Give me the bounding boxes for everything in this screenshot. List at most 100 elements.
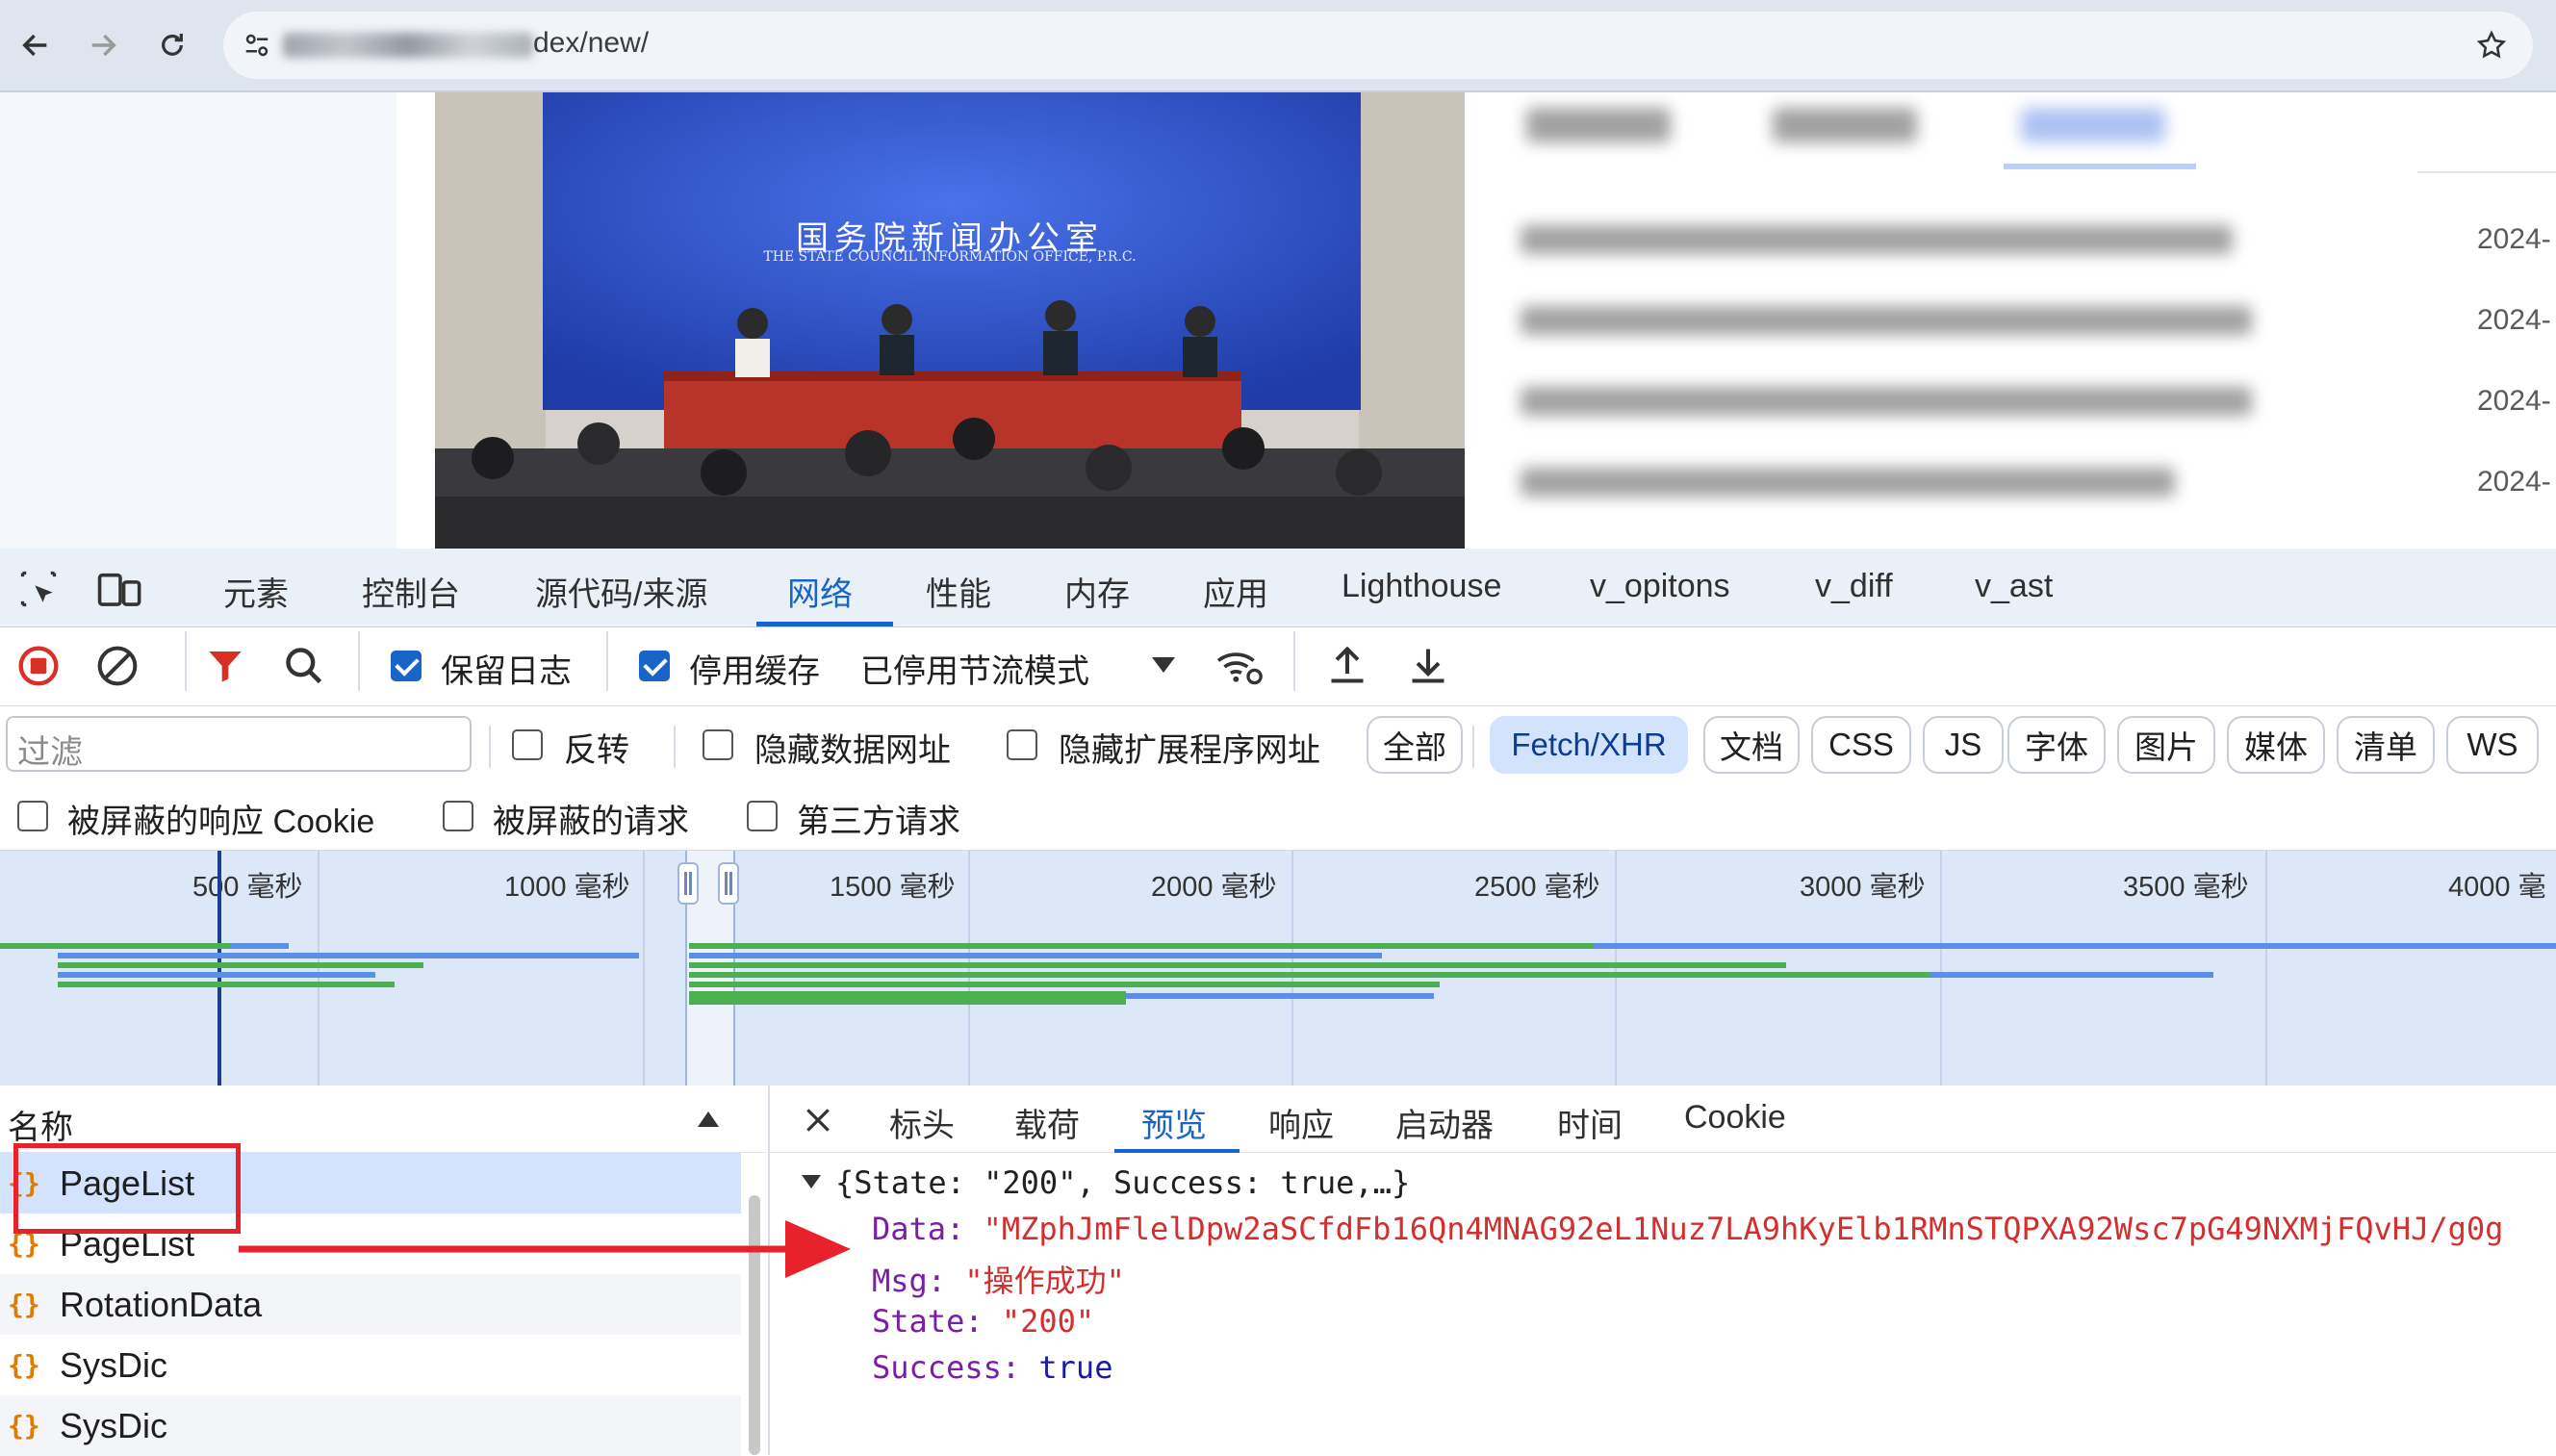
hide-ext-urls-checkbox[interactable] bbox=[1007, 729, 1037, 760]
tab-initiator[interactable]: 启动器 bbox=[1395, 1099, 1494, 1146]
news-item-blurred[interactable] bbox=[1521, 387, 2252, 416]
preview-summary[interactable]: {State: "200", Success: true,…} bbox=[835, 1164, 1410, 1201]
filter-input[interactable]: 过滤 bbox=[6, 716, 472, 772]
toolbar-separator bbox=[185, 631, 187, 691]
preserve-log-checkbox[interactable] bbox=[391, 651, 422, 681]
tab-v-ast[interactable]: v_ast bbox=[1975, 568, 2053, 605]
blocked-requests-label: 被屏蔽的请求 bbox=[493, 804, 689, 840]
blocked-cookies-checkbox[interactable] bbox=[17, 801, 48, 831]
news-item-blurred[interactable] bbox=[1521, 225, 2233, 254]
url-text: dex/new/ bbox=[533, 27, 650, 59]
close-icon[interactable] bbox=[803, 1105, 833, 1140]
type-filter-media[interactable]: 媒体 bbox=[2227, 716, 2325, 774]
news-item-blurred[interactable] bbox=[1521, 306, 2252, 335]
tab-timing[interactable]: 时间 bbox=[1557, 1099, 1623, 1146]
tab-response[interactable]: 响应 bbox=[1268, 1099, 1334, 1146]
star-icon[interactable] bbox=[2475, 29, 2508, 66]
hide-data-urls-label: 隐藏数据网址 bbox=[754, 732, 951, 769]
preserve-log-label: 保留日志 bbox=[441, 653, 572, 690]
tune-icon[interactable] bbox=[243, 31, 271, 64]
timeline-handle-right[interactable] bbox=[718, 862, 739, 905]
tab-v-diff[interactable]: v_diff bbox=[1815, 568, 1893, 605]
third-party-checkbox[interactable] bbox=[747, 801, 778, 831]
sort-ascending-icon[interactable] bbox=[697, 1111, 720, 1133]
request-name: SysDic bbox=[60, 1344, 168, 1385]
timeline-gridline bbox=[643, 851, 645, 1086]
tab-application[interactable]: 应用 bbox=[1203, 568, 1268, 615]
address-bar[interactable]: dex/new/ bbox=[223, 12, 2533, 79]
network-overview-timeline[interactable]: 500 毫秒 1000 毫秒 1500 毫秒 2000 毫秒 2500 毫秒 3… bbox=[0, 851, 2556, 1086]
timeline-handle-left[interactable] bbox=[677, 862, 699, 905]
back-arrow-icon[interactable] bbox=[13, 23, 58, 67]
inspect-element-icon[interactable] bbox=[17, 568, 60, 615]
tab-preview-underline bbox=[1114, 1149, 1240, 1153]
tab-performance[interactable]: 性能 bbox=[926, 568, 991, 615]
filter-funnel-icon[interactable] bbox=[206, 647, 244, 690]
request-row[interactable]: {} RotationData bbox=[0, 1274, 741, 1335]
json-key: Data bbox=[872, 1211, 947, 1247]
tab-cookies[interactable]: Cookie bbox=[1684, 1099, 1786, 1137]
chevron-down-icon[interactable] bbox=[1151, 656, 1176, 678]
type-filter-img[interactable]: 图片 bbox=[2117, 716, 2215, 774]
news-item-blurred[interactable] bbox=[1521, 468, 2175, 497]
json-value: true bbox=[1038, 1349, 1113, 1386]
import-har-icon[interactable] bbox=[1326, 643, 1368, 692]
news-date: 2024- bbox=[2477, 466, 2551, 498]
type-filter-css[interactable]: CSS bbox=[1811, 716, 1911, 774]
export-har-icon[interactable] bbox=[1407, 643, 1449, 692]
tab-headers[interactable]: 标头 bbox=[889, 1099, 955, 1146]
timeline-bar bbox=[1930, 972, 2213, 978]
type-filter-doc[interactable]: 文档 bbox=[1703, 716, 1800, 774]
json-value: "MZphJmFlelDpw2aSCfdFb16Qn4MNAG92eL1Nuz7… bbox=[983, 1211, 2504, 1247]
blocked-requests-checkbox[interactable] bbox=[443, 801, 473, 831]
type-filter-js[interactable]: JS bbox=[1923, 716, 2004, 774]
xhr-braces-icon: {} bbox=[8, 1410, 40, 1442]
timeline-tick: 1500 毫秒 bbox=[830, 872, 956, 903]
record-stop-icon[interactable] bbox=[17, 645, 60, 692]
json-key: Success bbox=[872, 1349, 1002, 1386]
tab-elements[interactable]: 元素 bbox=[223, 568, 289, 615]
news-tab-blurred-active[interactable] bbox=[2021, 108, 2165, 142]
tab-preview[interactable]: 预览 bbox=[1141, 1099, 1207, 1146]
throttling-select[interactable]: 已停用节流模式 bbox=[860, 645, 1089, 692]
request-row[interactable]: {} SysDic bbox=[0, 1395, 741, 1456]
tab-v-opitons[interactable]: v_opitons bbox=[1590, 568, 1730, 605]
third-party-label: 第三方请求 bbox=[797, 804, 960, 840]
hide-data-urls-checkbox[interactable] bbox=[703, 729, 733, 760]
expand-triangle-icon[interactable] bbox=[801, 1174, 822, 1194]
tab-memory[interactable]: 内存 bbox=[1064, 568, 1130, 615]
timeline-tick: 3500 毫秒 bbox=[2123, 872, 2249, 903]
disable-cache-checkbox[interactable] bbox=[639, 651, 670, 681]
type-filter-all[interactable]: 全部 bbox=[1367, 716, 1463, 774]
invert-label: 反转 bbox=[564, 732, 629, 769]
tab-payload[interactable]: 载荷 bbox=[1014, 1099, 1080, 1146]
press-conference-photo: 国务院新闻办公室 THE STATE COUNCIL INFORMATION O… bbox=[435, 92, 1465, 549]
timeline-bar bbox=[689, 991, 1126, 1005]
type-filter-font[interactable]: 字体 bbox=[2007, 716, 2106, 774]
network-conditions-icon[interactable] bbox=[1214, 645, 1265, 692]
tab-console[interactable]: 控制台 bbox=[362, 568, 460, 615]
annotation-highlight-box bbox=[13, 1143, 241, 1234]
browser-toolbar: dex/new/ bbox=[0, 0, 2556, 92]
requests-scrollbar[interactable] bbox=[749, 1195, 760, 1455]
json-line-msg: Msg: "操作成功" bbox=[872, 1263, 1125, 1299]
type-filter-ws[interactable]: WS bbox=[2446, 716, 2539, 774]
tab-sources[interactable]: 源代码/来源 bbox=[535, 568, 707, 615]
request-row[interactable]: {} SysDic bbox=[0, 1335, 741, 1395]
clear-icon[interactable] bbox=[96, 645, 139, 692]
news-tab-blurred[interactable] bbox=[1526, 108, 1671, 142]
search-icon[interactable] bbox=[283, 645, 325, 692]
handle-grip bbox=[729, 872, 732, 895]
type-filter-fetch-xhr[interactable]: Fetch/XHR bbox=[1490, 716, 1688, 774]
type-filter-manifest[interactable]: 清单 bbox=[2337, 716, 2435, 774]
device-toolbar-icon[interactable] bbox=[96, 568, 144, 615]
news-tab-blurred[interactable] bbox=[1773, 108, 1917, 142]
forward-arrow-icon[interactable] bbox=[81, 23, 125, 67]
column-name-header[interactable]: 名称 bbox=[8, 1101, 73, 1148]
invert-checkbox[interactable] bbox=[512, 729, 543, 760]
reload-icon[interactable] bbox=[150, 23, 194, 67]
tab-network[interactable]: 网络 bbox=[787, 568, 853, 615]
page-left-margin bbox=[0, 92, 396, 549]
tab-lighthouse[interactable]: Lighthouse bbox=[1342, 568, 1501, 605]
timeline-bar bbox=[1126, 993, 1434, 999]
